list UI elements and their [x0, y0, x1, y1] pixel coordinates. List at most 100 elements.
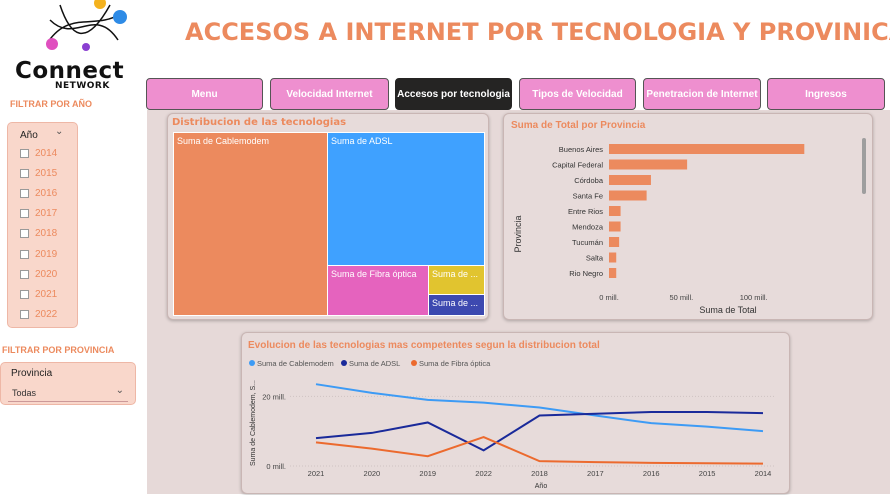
- treemap-panel: Distribucion de las tecnologias Suma de …: [167, 113, 489, 320]
- legend-marker: [341, 360, 347, 366]
- year-option-label: 2014: [35, 147, 58, 159]
- bar[interactable]: [609, 206, 621, 216]
- year-option[interactable]: 2022: [20, 308, 57, 322]
- province-dropdown-value: Todas: [12, 388, 37, 398]
- line-y-tick-label: 0 mill.: [266, 462, 286, 471]
- line-chart-title: Evolucion de las tecnologias mas compete…: [248, 340, 600, 351]
- bar-category-label: Buenos Aires: [559, 145, 603, 154]
- bar-x-tick-label: 0 mill.: [599, 293, 619, 302]
- line-x-tick-label: 2019: [419, 469, 436, 478]
- legend-label: Suma de ADSL: [349, 359, 400, 368]
- network-logo-icon: [46, 0, 127, 51]
- year-option-label: 2018: [35, 228, 58, 240]
- year-option[interactable]: 2017: [20, 207, 57, 221]
- bar-chart-x-axis-label: Suma de Total: [699, 305, 756, 315]
- page-title: ACCESOS A INTERNET POR TECNOLOGIA Y PROV…: [185, 18, 890, 46]
- nav-tipos-de-velocidad-button[interactable]: Tipos de Velocidad: [519, 78, 636, 110]
- year-slicer-header: Año: [20, 130, 38, 141]
- year-checkbox[interactable]: [20, 229, 29, 239]
- province-filter-label: FILTRAR POR PROVINCIA: [2, 345, 115, 355]
- province-slicer: Provincia Todas ⌄: [0, 362, 136, 405]
- line-x-tick-label: 2017: [587, 469, 604, 478]
- legend-label: Suma de Cablemodem: [257, 359, 334, 368]
- bar[interactable]: [609, 252, 617, 263]
- year-checkbox[interactable]: [20, 269, 29, 279]
- line-y-tick-label: 20 mill.: [262, 392, 286, 401]
- nav-velocidad-internet-button[interactable]: Velocidad Internet: [270, 78, 389, 110]
- province-bar-chart: Suma de Total por Provincia Provincia Su…: [511, 120, 866, 315]
- treemap-title: Distribucion de las tecnologias: [172, 117, 347, 128]
- bar[interactable]: [609, 221, 621, 232]
- legend-marker: [249, 360, 255, 366]
- logo-subtitle: NETWORK: [55, 81, 110, 91]
- bar-category-label: Capital Federal: [552, 161, 603, 170]
- nav-accesos-por-tecnologia-button[interactable]: Accesos por tecnologia: [395, 78, 512, 110]
- bar-category-label: Rio Negro: [569, 269, 603, 278]
- bar-chart-y-axis-label: Provincia: [513, 215, 523, 252]
- nav-penetracion-de-internet-button[interactable]: Penetracion de Internet: [643, 78, 761, 110]
- logo: [40, 0, 130, 56]
- province-bar-chart-panel: Suma de Total por Provincia Provincia Su…: [503, 113, 873, 320]
- line-x-tick-label: 2016: [643, 469, 660, 478]
- nav-menu-button[interactable]: Menu: [146, 78, 263, 110]
- year-slicer: Año ⌄ 2014 2015 2016 2017 2018 2019 2020 2021 20…: [7, 122, 78, 328]
- treemap-tile-other-2[interactable]: Suma de ...: [428, 294, 485, 316]
- year-option-label: 2017: [35, 208, 58, 220]
- series-line[interactable]: [315, 436, 764, 465]
- bar[interactable]: [609, 175, 651, 185]
- chevron-down-icon[interactable]: ⌄: [55, 126, 63, 137]
- bar[interactable]: [609, 237, 620, 247]
- series-line[interactable]: [315, 383, 764, 433]
- treemap-tile-fibra-optica[interactable]: Suma de Fibra óptica: [327, 265, 429, 316]
- year-option-label: 2016: [35, 187, 58, 199]
- year-option[interactable]: 2016: [20, 186, 57, 200]
- line-x-tick-label: 2014: [755, 469, 772, 478]
- bar[interactable]: [609, 159, 688, 170]
- province-slicer-header: Provincia: [11, 368, 53, 379]
- year-checkbox[interactable]: [20, 148, 29, 158]
- bar-chart-title: Suma de Total por Provincia: [511, 120, 646, 131]
- treemap-tile-adsl[interactable]: Suma de ADSL: [327, 132, 485, 266]
- scrollbar[interactable]: [862, 138, 866, 194]
- bar[interactable]: [609, 190, 647, 201]
- year-checkbox[interactable]: [20, 168, 29, 178]
- year-option[interactable]: 2018: [20, 227, 57, 241]
- line-x-tick-label: 2022: [475, 469, 492, 478]
- year-option[interactable]: 2019: [20, 247, 57, 261]
- year-checkbox[interactable]: [20, 289, 29, 299]
- year-option[interactable]: 2015: [20, 166, 57, 180]
- bar-category-label: Santa Fe: [573, 192, 603, 201]
- nav-ingresos-button[interactable]: Ingresos: [767, 78, 885, 110]
- year-checkbox[interactable]: [20, 209, 29, 219]
- bar-x-tick-label: 100 mill.: [740, 293, 768, 302]
- bar[interactable]: [609, 144, 805, 154]
- year-option[interactable]: 2021: [20, 287, 57, 301]
- line-x-tick-label: 2020: [364, 469, 381, 478]
- bar-category-label: Tucumán: [572, 238, 603, 247]
- year-option[interactable]: 2020: [20, 267, 57, 281]
- line-x-tick-label: 2021: [308, 469, 325, 478]
- treemap-tile-cablemodem[interactable]: Suma de Cablemodem: [173, 132, 328, 316]
- treemap-tile-other-1[interactable]: Suma de ...: [428, 265, 485, 295]
- legend-marker: [411, 360, 417, 366]
- year-option[interactable]: 2014: [20, 146, 57, 160]
- year-option-label: 2022: [35, 309, 58, 321]
- year-option-label: 2021: [35, 288, 58, 300]
- line-x-tick-label: 2018: [531, 469, 548, 478]
- evolution-line-chart-panel: Evolucion de las tecnologias mas compete…: [241, 332, 790, 494]
- year-filter-label: FILTRAR POR AÑO: [10, 99, 92, 109]
- year-option-label: 2020: [35, 268, 58, 280]
- year-checkbox[interactable]: [20, 188, 29, 198]
- province-dropdown[interactable]: Todas ⌄: [8, 385, 128, 402]
- line-chart-x-axis-label: Año: [535, 483, 548, 490]
- bar-category-label: Mendoza: [572, 223, 604, 232]
- evolution-line-chart: Evolucion de las tecnologias mas compete…: [248, 340, 776, 490]
- bar[interactable]: [609, 268, 617, 278]
- year-option-label: 2015: [35, 167, 58, 179]
- chevron-down-icon: ⌄: [115, 385, 124, 396]
- year-checkbox[interactable]: [20, 310, 29, 320]
- year-option-label: 2019: [35, 248, 58, 260]
- series-line[interactable]: [315, 411, 764, 452]
- bar-x-tick-label: 50 mill.: [669, 293, 693, 302]
- year-checkbox[interactable]: [20, 249, 29, 259]
